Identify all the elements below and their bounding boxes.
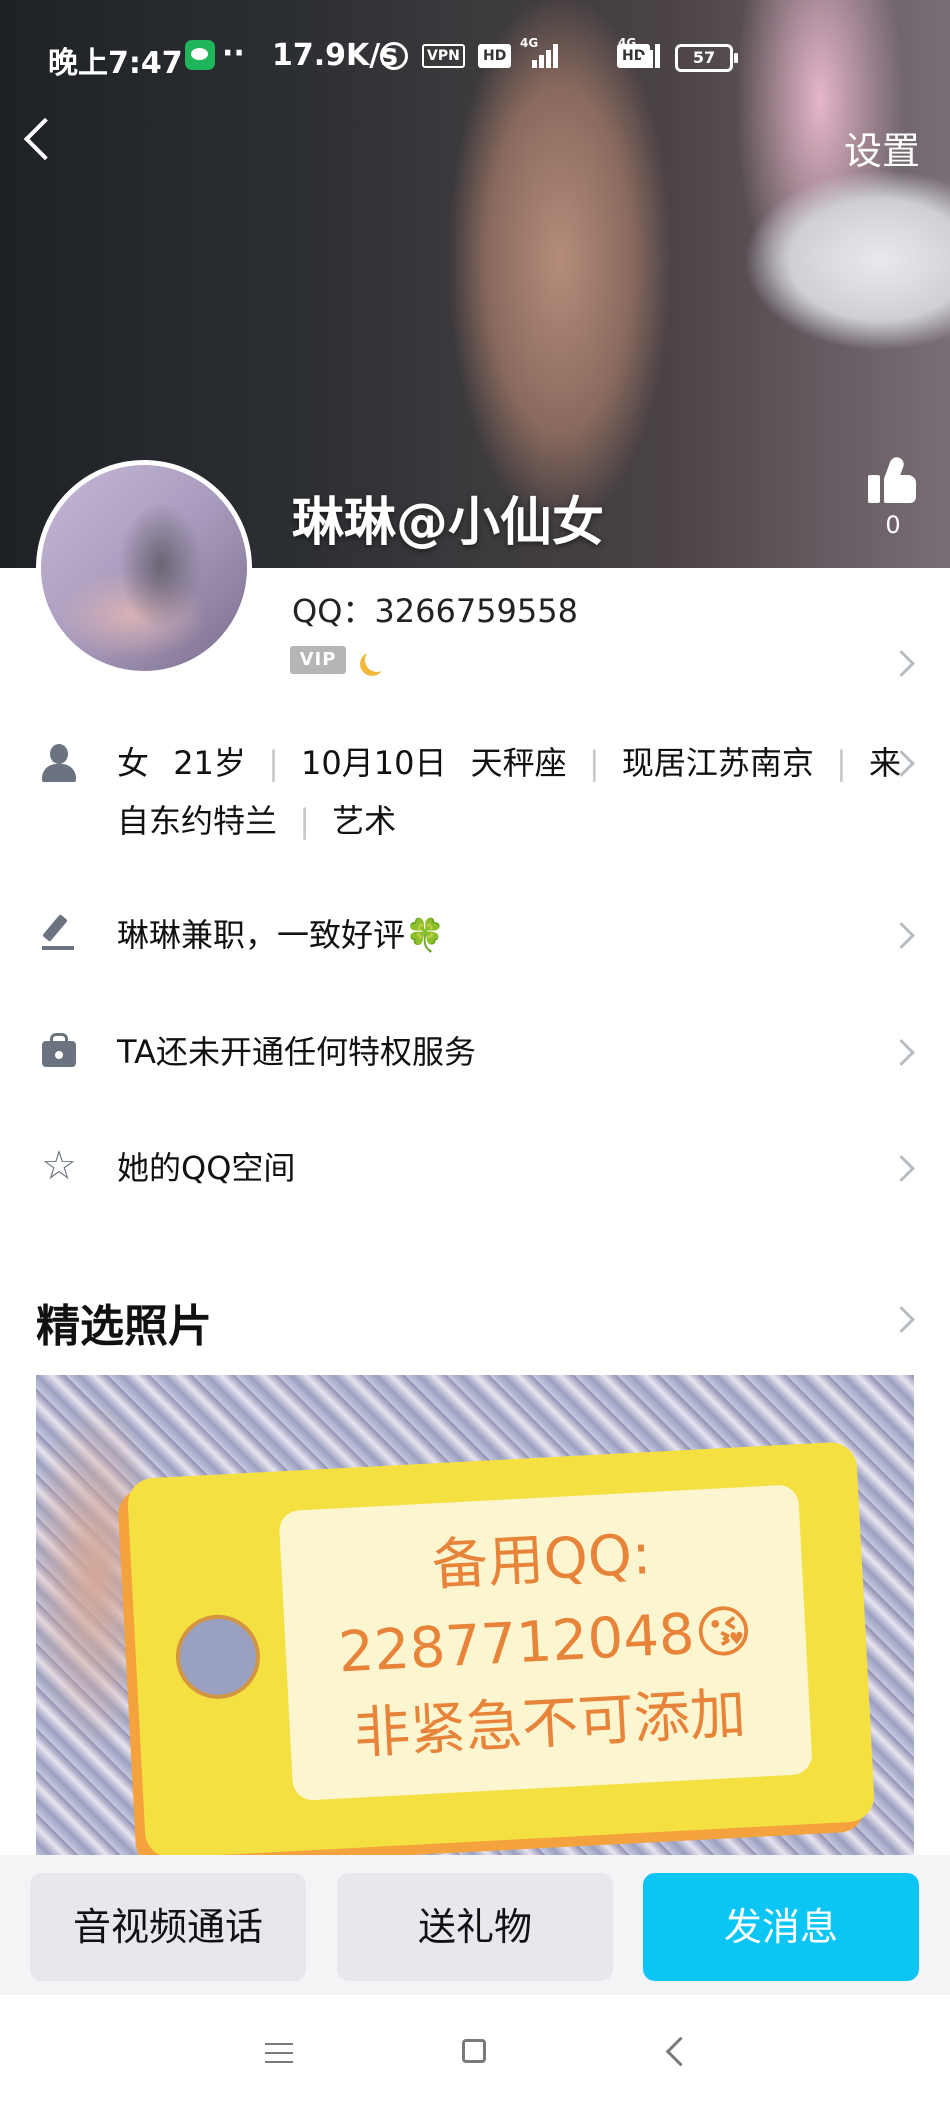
origin-continued: 自东约特兰 bbox=[117, 802, 278, 840]
separator: | bbox=[299, 802, 310, 840]
avatar[interactable] bbox=[36, 460, 252, 676]
birthday: 10月10日 bbox=[301, 744, 447, 782]
status-time: 晚上7:47 bbox=[48, 46, 183, 81]
qzone-text: 她的QQ空间 bbox=[117, 1149, 296, 1187]
home-icon[interactable] bbox=[462, 2039, 486, 2063]
signature-row[interactable]: 琳琳兼职，一致好评🍀 bbox=[0, 906, 950, 964]
like-count: 0 bbox=[885, 511, 901, 539]
send-gift-button[interactable]: 送礼物 bbox=[337, 1873, 613, 1981]
battery-icon: 57 bbox=[675, 44, 738, 72]
basic-info-line1: 女 21岁 | 10月10日 天秤座 | 现居江苏南京 | 来 bbox=[117, 734, 901, 792]
signal-icon bbox=[520, 42, 558, 68]
photo-tag-card: 备用QQ: 2287712048😘 非紧急不可添加 bbox=[126, 1441, 876, 1855]
menu-icon[interactable] bbox=[265, 2043, 293, 2063]
location: 现居江苏南京 bbox=[621, 744, 814, 782]
settings-button[interactable]: 设置 bbox=[844, 120, 920, 175]
age: 21岁 bbox=[173, 744, 246, 782]
vpn-icon: VPN bbox=[422, 44, 465, 68]
separator: | bbox=[836, 744, 847, 782]
back-icon[interactable] bbox=[665, 2036, 696, 2067]
send-message-button[interactable]: 发消息 bbox=[643, 1873, 919, 1981]
alarm-icon bbox=[380, 42, 408, 70]
zodiac: 天秤座 bbox=[470, 744, 567, 782]
tag-hole bbox=[173, 1612, 263, 1701]
qzone-star-icon: ☆ bbox=[41, 1143, 77, 1189]
system-navigation-bar bbox=[0, 1995, 950, 2111]
tag-text-area: 备用QQ: 2287712048😘 非紧急不可添加 bbox=[278, 1484, 813, 1802]
chevron-right-icon bbox=[888, 1039, 915, 1066]
separator: | bbox=[268, 744, 279, 782]
chevron-right-icon bbox=[888, 1155, 915, 1182]
privilege-icon bbox=[40, 1031, 78, 1069]
hd-icon: HD bbox=[478, 44, 512, 68]
chevron-right-icon[interactable] bbox=[888, 1306, 915, 1333]
chevron-right-icon[interactable] bbox=[888, 650, 915, 677]
signature-text: 琳琳兼职，一致好评🍀 bbox=[117, 916, 445, 954]
signal-icon bbox=[626, 42, 662, 68]
gender: 女 bbox=[117, 744, 150, 782]
moon-level-icon[interactable] bbox=[362, 645, 393, 676]
privilege-row[interactable]: TA还未开通任何特权服务 bbox=[0, 1023, 950, 1081]
separator: | bbox=[588, 744, 600, 782]
video-call-button[interactable]: 音视频通话 bbox=[30, 1873, 306, 1981]
qq-number: QQ：3266759558 bbox=[292, 592, 578, 630]
occupation: 艺术 bbox=[332, 802, 397, 840]
bottom-action-bar: 音视频通话 送礼物 发消息 bbox=[0, 1855, 950, 1995]
status-bar: 晚上7:47 ·· 17.9K/s VPN HD 4G HD 4G 57 bbox=[0, 0, 950, 112]
basic-info-line2: 自东约特兰 | 艺术 bbox=[117, 792, 396, 850]
person-icon bbox=[40, 744, 78, 782]
qzone-row[interactable]: ☆ 她的QQ空间 bbox=[0, 1139, 950, 1197]
thumbs-up-icon bbox=[868, 455, 918, 505]
featured-photo[interactable]: 备用QQ: 2287712048😘 非紧急不可添加 bbox=[36, 1375, 914, 1855]
vip-badge[interactable]: VIP bbox=[290, 646, 346, 674]
status-more-dots: ·· bbox=[222, 36, 245, 71]
featured-photos-title[interactable]: 精选照片 bbox=[36, 1290, 212, 1354]
wechat-notification-icon bbox=[185, 40, 215, 70]
privilege-text: TA还未开通任何特权服务 bbox=[117, 1033, 476, 1071]
basic-info-row[interactable]: 女 21岁 | 10月10日 天秤座 | 现居江苏南京 | 来 自东约特兰 | … bbox=[0, 734, 950, 854]
like-button[interactable]: 0 bbox=[858, 455, 928, 539]
chevron-right-icon bbox=[888, 922, 915, 949]
profile-nickname: 琳琳@小仙女 bbox=[292, 493, 605, 553]
pencil-icon bbox=[40, 912, 78, 950]
